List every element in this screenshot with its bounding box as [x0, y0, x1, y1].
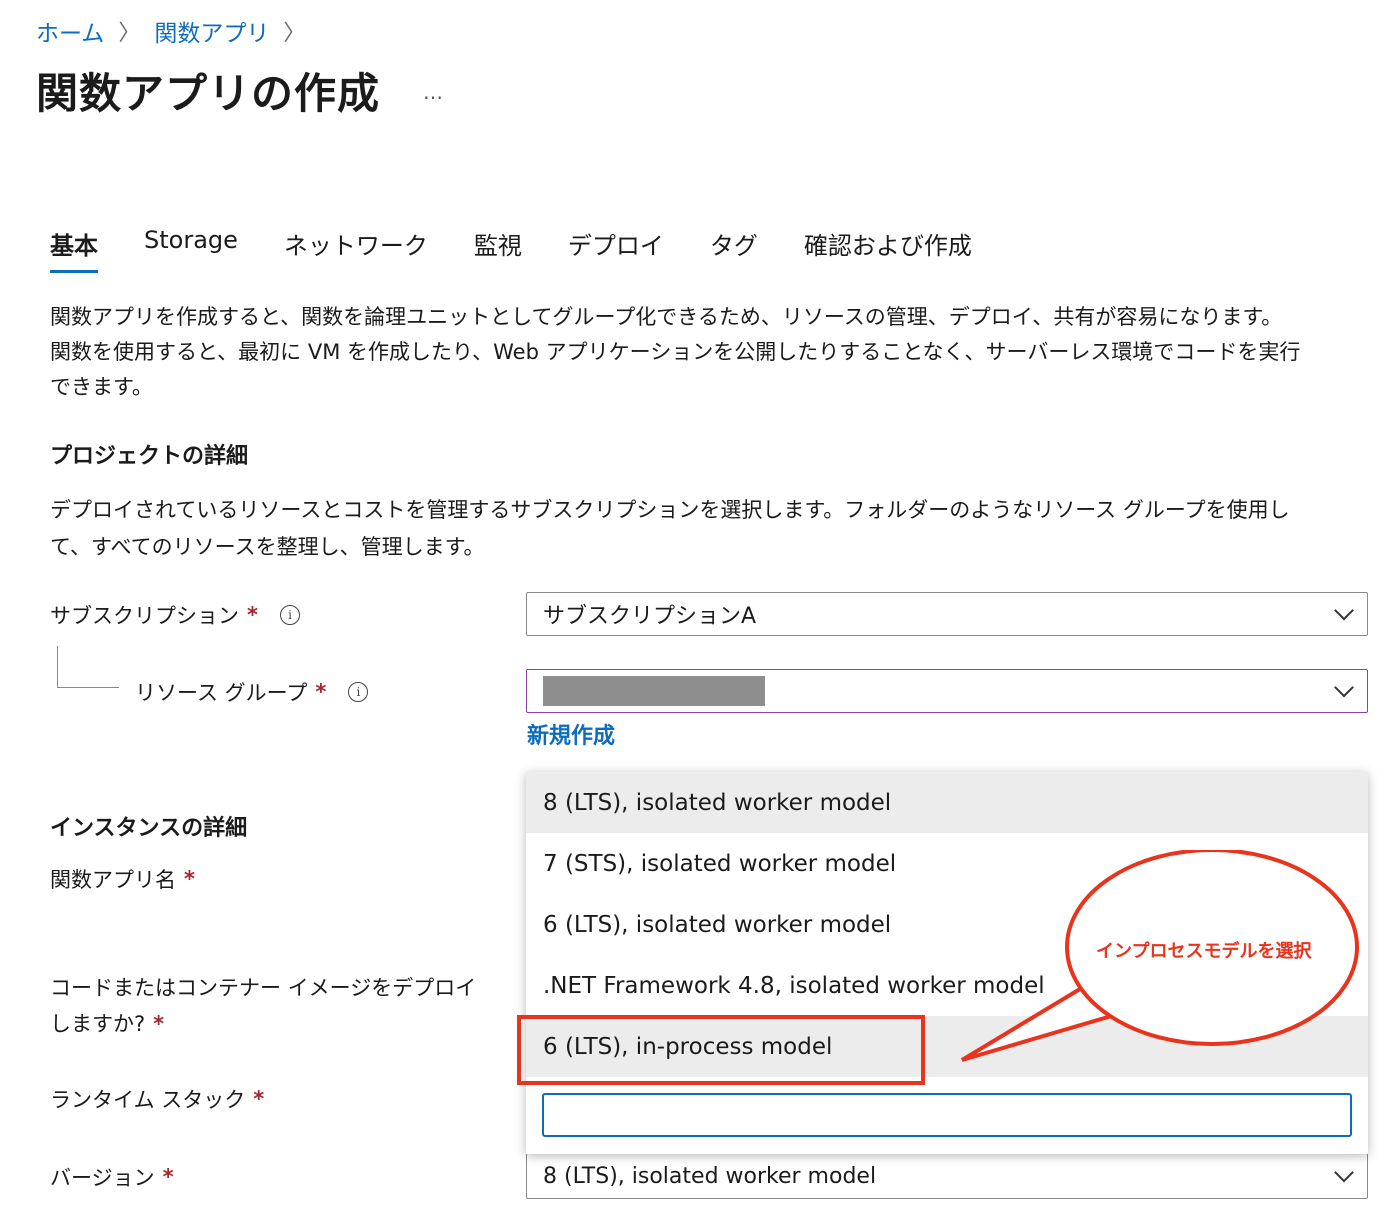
- info-icon[interactable]: i: [279, 605, 300, 625]
- resource-group-select[interactable]: [526, 669, 1368, 713]
- version-select[interactable]: 8 (LTS), isolated worker model: [526, 1153, 1368, 1199]
- chevron-right-icon: 〉: [283, 21, 306, 46]
- required-marker: *: [153, 1012, 165, 1036]
- intro-line: 関数アプリを作成すると、関数を論理ユニットとしてグループ化できるため、リソースの…: [50, 305, 1283, 329]
- create-new-resource-group-link[interactable]: 新規作成: [527, 718, 615, 750]
- subscription-label-text: サブスクリプション: [50, 604, 239, 628]
- function-app-name-label: 関数アプリ名 *: [50, 864, 195, 894]
- tab-basics[interactable]: 基本: [50, 226, 98, 273]
- tab-monitoring[interactable]: 監視: [474, 226, 522, 273]
- page-title: 関数アプリの作成: [36, 69, 381, 118]
- callout-bubble: [960, 850, 1359, 1062]
- intro-line: できます。: [50, 375, 153, 399]
- resource-group-label-text: リソース グループ: [135, 681, 308, 705]
- project-description: デプロイされているリソースとコストを管理するサブスクリプションを選択します。フォ…: [50, 492, 1370, 566]
- tab-tags[interactable]: タグ: [710, 226, 758, 273]
- tab-storage[interactable]: Storage: [144, 226, 238, 273]
- dropdown-option[interactable]: 8 (LTS), isolated worker model: [526, 772, 1368, 833]
- required-marker: *: [253, 1087, 265, 1111]
- deploy-label-line: コードまたはコンテナー イメージをデプロイ: [50, 976, 477, 1000]
- project-desc-line: デプロイされているリソースとコストを管理するサブスクリプションを選択します。フォ…: [50, 498, 1290, 522]
- required-marker: *: [315, 680, 327, 704]
- callout-text: インプロセスモデルを選択: [1096, 941, 1312, 962]
- function-app-name-label-text: 関数アプリ名: [50, 868, 176, 892]
- chevron-down-icon: [1334, 1162, 1354, 1183]
- subscription-value: サブスクリプションA: [543, 604, 757, 629]
- instance-details-heading: インスタンスの詳細: [50, 816, 248, 841]
- runtime-stack-label-text: ランタイム スタック: [50, 1088, 246, 1112]
- deploy-label-text: しますか?: [50, 1012, 146, 1036]
- deploy-type-label: コードまたはコンテナー イメージをデプロイ しますか? *: [50, 970, 476, 1042]
- intro-line: 関数を使用すると、最初に VM を作成したり、Web アプリケーションを公開した…: [50, 340, 1301, 364]
- subscription-select[interactable]: サブスクリプションA: [526, 592, 1368, 636]
- highlight-box: [517, 1015, 925, 1085]
- runtime-stack-label: ランタイム スタック *: [50, 1084, 264, 1114]
- redacted-value: [543, 676, 765, 706]
- version-value: 8 (LTS), isolated worker model: [543, 1163, 877, 1189]
- version-label-text: バージョン: [50, 1166, 155, 1190]
- chevron-down-icon: [1334, 677, 1354, 698]
- project-desc-line: て、すべてのリソースを整理し、管理します。: [50, 535, 485, 559]
- tab-review-create[interactable]: 確認および作成: [804, 226, 972, 273]
- deploy-label-line: しますか? *: [50, 1006, 476, 1042]
- required-marker: *: [162, 1165, 174, 1189]
- chevron-down-icon: [1334, 600, 1354, 621]
- project-details-heading: プロジェクトの詳細: [50, 444, 249, 469]
- required-marker: *: [247, 603, 258, 627]
- dropdown-filter-input[interactable]: [542, 1093, 1352, 1137]
- subscription-label: サブスクリプション * i: [50, 600, 300, 630]
- breadcrumb: ホーム 〉 関数アプリ 〉: [36, 14, 319, 48]
- tab-deploy[interactable]: デプロイ: [568, 226, 664, 273]
- breadcrumb-home-link[interactable]: ホーム: [36, 14, 104, 48]
- info-icon[interactable]: i: [348, 682, 369, 702]
- version-label: バージョン *: [50, 1162, 174, 1192]
- more-options-icon[interactable]: …: [423, 80, 445, 104]
- breadcrumb-function-app-link[interactable]: 関数アプリ: [154, 14, 269, 48]
- tree-connector: [57, 646, 119, 688]
- intro-description: 関数アプリを作成すると、関数を論理ユニットとしてグループ化できるため、リソースの…: [50, 300, 1370, 405]
- tab-network[interactable]: ネットワーク: [284, 226, 428, 273]
- tab-bar: 基本 Storage ネットワーク 監視 デプロイ タグ 確認および作成: [50, 226, 1018, 273]
- chevron-right-icon: 〉: [118, 21, 141, 46]
- required-marker: *: [184, 867, 195, 891]
- resource-group-label: リソース グループ * i: [135, 677, 369, 707]
